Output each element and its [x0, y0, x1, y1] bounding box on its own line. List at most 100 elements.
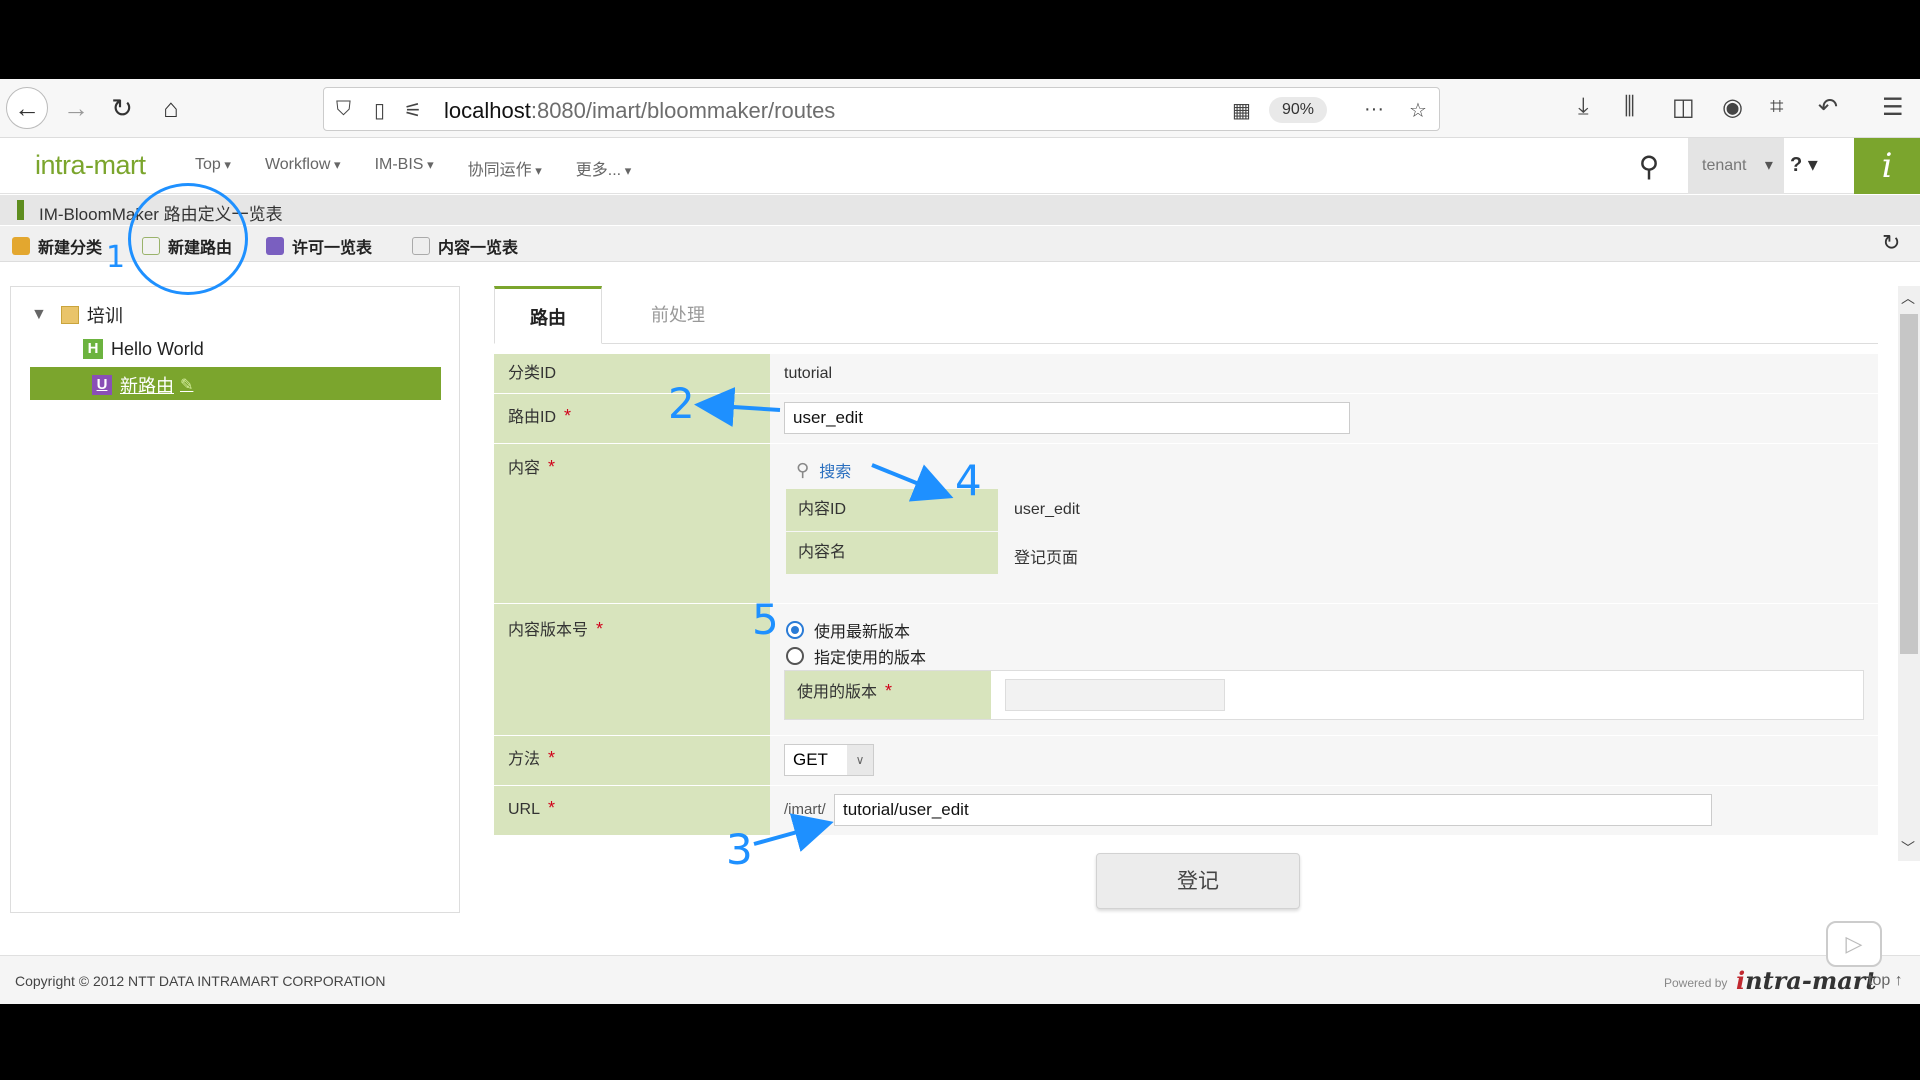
permission-list-icon	[266, 237, 284, 255]
url-row: /imart/ tutorial/user_edit	[770, 786, 1878, 836]
scrollbar[interactable]: ︿ ﹀	[1898, 286, 1920, 861]
radio-specific-label: 指定使用的版本	[814, 650, 927, 667]
content-label: 内容 *	[494, 444, 770, 604]
menu-collaboration[interactable]: 协同运作	[468, 156, 542, 180]
new-category-label: 新建分类	[38, 240, 103, 257]
radio-latest-version[interactable]: 使用最新版本	[786, 618, 910, 642]
menu-workflow[interactable]: Workflow	[265, 156, 341, 180]
url-label-text: URL	[508, 801, 541, 818]
zoom-badge[interactable]: 90%	[1269, 97, 1327, 123]
content-name-label: 内容名	[786, 532, 998, 574]
brand-prefix: i	[1736, 966, 1746, 995]
brand-name: ntra-mart	[1745, 966, 1877, 995]
breadcrumb: IM-BloomMaker 路由定义一览表	[0, 195, 1920, 225]
menu-more[interactable]: 更多...	[576, 156, 631, 180]
required-mark: *	[548, 457, 556, 477]
screenshot-icon[interactable]: ⌗	[1770, 93, 1784, 121]
back-to-top-link[interactable]: top ↑	[1868, 972, 1903, 990]
url-input[interactable]: tutorial/user_edit	[834, 794, 1712, 826]
breadcrumb-marker	[17, 200, 24, 220]
menu-im-bis[interactable]: IM-BIS	[375, 156, 434, 180]
permissions-icon[interactable]: ⚟	[404, 98, 422, 123]
footer: Copyright © 2012 NTT DATA INTRAMART CORP…	[0, 955, 1920, 1004]
tenant-dropdown[interactable]: tenant	[1688, 138, 1784, 194]
scroll-down-icon[interactable]: ﹀	[1901, 838, 1915, 858]
download-icon[interactable]: ⤓	[1578, 93, 1589, 121]
copyright-text: Copyright © 2012 NTT DATA INTRAMART CORP…	[15, 973, 386, 989]
refresh-icon[interactable]: ↻	[1882, 230, 1900, 256]
annotation-1: 1	[106, 240, 126, 275]
content-list-button[interactable]: 内容一览表	[412, 234, 518, 258]
search-link-text: 搜索	[819, 464, 852, 481]
radio-specific-version[interactable]: 指定使用的版本	[786, 644, 926, 668]
url-text[interactable]: localhost:8080/imart/bloommaker/routes	[444, 98, 835, 124]
folder-icon	[60, 306, 79, 324]
library-icon[interactable]: ⫼	[1624, 93, 1635, 121]
new-category-button[interactable]: 新建分类	[12, 234, 102, 258]
tenant-label: tenant	[1702, 157, 1747, 174]
bookmark-star-icon[interactable]: ☆	[1409, 98, 1427, 123]
required-mark: *	[596, 619, 604, 639]
route-id-input[interactable]: user_edit	[784, 402, 1350, 434]
radio-checked-icon[interactable]	[786, 621, 804, 639]
more-icon[interactable]: ···	[1364, 98, 1384, 121]
tree-item-new-route[interactable]: U 新路由 ✎	[30, 367, 441, 400]
scroll-up-icon[interactable]: ︿	[1901, 288, 1915, 308]
app-header: intra-mart Top Workflow IM-BIS 协同运作 更多..…	[0, 138, 1920, 194]
route-tree-panel: ▼ 培训 H Hello World U 新路由 ✎	[10, 286, 460, 913]
hamburger-menu-icon[interactable]: ☰	[1882, 93, 1904, 122]
route-form: 路由 前处理 分类ID tutorial 路由ID * user_edit 内容 *…	[494, 286, 1878, 841]
tab-route[interactable]: 路由	[494, 286, 602, 344]
route-id-label: 路由ID *	[494, 394, 770, 444]
play-icon[interactable]: ▷	[1826, 921, 1882, 967]
tree-folder-training[interactable]: ▼ 培训	[31, 299, 123, 331]
undo-icon[interactable]: ↶	[1818, 93, 1838, 122]
browser-toolbar: ← → ↻ ⌂ ⛉ ▯ ⚟ localhost:8080/imart/bloom…	[0, 79, 1920, 138]
radio-latest-label: 使用最新版本	[814, 624, 911, 641]
method-select[interactable]: GET ∨	[784, 744, 874, 776]
tree-item-hello-world[interactable]: H Hello World	[83, 333, 204, 365]
collapse-triangle-icon[interactable]: ▼	[31, 306, 47, 324]
required-mark: *	[885, 681, 893, 701]
account-icon[interactable]: ◉	[1722, 93, 1743, 122]
used-version-input[interactable]	[1005, 679, 1225, 711]
content-list-label: 内容一览表	[438, 240, 519, 257]
category-id-value: tutorial	[784, 365, 833, 382]
method-select-value: GET	[793, 750, 828, 769]
method-label-text: 方法	[508, 751, 541, 768]
scrollbar-thumb[interactable]	[1900, 314, 1918, 654]
required-mark: *	[564, 406, 572, 426]
page-icon: ▯	[374, 100, 386, 122]
search-link[interactable]: ⚲ 搜索	[796, 458, 851, 482]
home-icon[interactable]: ⌂	[150, 87, 192, 129]
back-icon[interactable]: ←	[6, 87, 48, 129]
category-id-row: tutorial	[770, 354, 1878, 394]
intra-mart-logo[interactable]: intra-mart	[35, 150, 146, 181]
radio-unchecked-icon[interactable]	[786, 647, 804, 665]
main-menu: Top Workflow IM-BIS 协同运作 更多...	[195, 156, 631, 180]
info-icon[interactable]: i	[1854, 138, 1920, 194]
permission-list-button[interactable]: 许可一览表	[266, 234, 372, 258]
pencil-icon: ✎	[180, 377, 194, 394]
intra-mart-brand-logo: intra-mart	[1736, 966, 1877, 995]
url-bar[interactable]: ⛉ ▯ ⚟ localhost:8080/imart/bloommaker/ro…	[323, 87, 1440, 131]
reload-icon[interactable]: ↻	[101, 87, 143, 129]
used-version-box: 使用的版本 *	[784, 670, 1864, 720]
menu-top[interactable]: Top	[195, 156, 231, 180]
forward-icon[interactable]: →	[55, 87, 97, 129]
help-dropdown[interactable]: ? ▾	[1790, 152, 1818, 177]
content-id-value: user_edit	[1014, 501, 1080, 518]
version-row: 使用最新版本 指定使用的版本 使用的版本 *	[770, 604, 1878, 736]
search-icon[interactable]: ⚲	[1620, 146, 1678, 188]
qr-code-icon[interactable]: ▦	[1232, 98, 1251, 123]
content-id-label-text: 内容ID	[798, 501, 847, 518]
content-label-text: 内容	[508, 460, 541, 477]
help-icon: ?	[1790, 154, 1803, 176]
content-row: ⚲ 搜索 内容ID user_edit 内容名 登记页面	[770, 444, 1878, 604]
register-button[interactable]: 登记	[1096, 853, 1300, 909]
annotation-4: 4	[955, 456, 982, 505]
tab-preprocess[interactable]: 前处理	[624, 286, 732, 344]
method-row: GET ∨	[770, 736, 1878, 786]
sidebar-icon[interactable]: ◫	[1672, 93, 1695, 122]
powered-by-text: Powered by	[1664, 976, 1728, 990]
